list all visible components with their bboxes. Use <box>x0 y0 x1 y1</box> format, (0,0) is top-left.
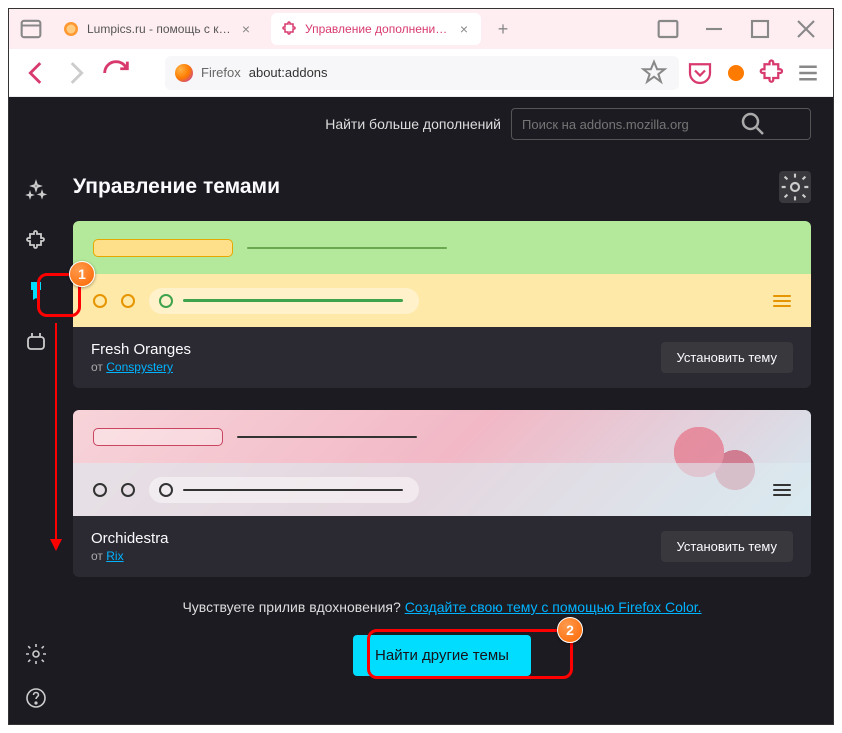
account-icon[interactable] <box>721 58 751 88</box>
author-link[interactable]: Conspystery <box>106 360 173 374</box>
themes-body: Управление темами <box>63 151 833 724</box>
help-icon[interactable] <box>24 686 48 710</box>
recommendations-icon[interactable] <box>24 179 48 203</box>
forward-button[interactable] <box>59 56 93 90</box>
annotation-badge-1: 1 <box>69 261 95 287</box>
firefox-label: Firefox <box>201 65 241 80</box>
reload-button[interactable] <box>99 56 133 90</box>
theme-name: Orchidestra <box>91 530 169 547</box>
theme-author: от Conspystery <box>91 360 191 374</box>
minimize-button[interactable] <box>695 13 733 45</box>
tab-addons[interactable]: Управление дополнениями × <box>271 13 481 45</box>
themes-category-icon[interactable] <box>24 279 48 303</box>
orange-slice-icon <box>63 21 79 37</box>
new-tab-button[interactable]: + <box>489 15 517 43</box>
tab-label: Управление дополнениями <box>305 22 449 36</box>
pocket-icon[interactable] <box>685 58 715 88</box>
list-tabs-icon[interactable] <box>649 13 687 45</box>
addon-search-row: Найти больше дополнений <box>9 97 833 151</box>
address-text: about:addons <box>249 65 631 80</box>
extensions-category-icon[interactable] <box>24 229 48 253</box>
search-input[interactable] <box>522 117 698 132</box>
inspiration-text: Чувствуете прилив вдохновения? Создайте … <box>73 599 811 615</box>
bookmark-star-icon[interactable] <box>639 58 669 88</box>
theme-preview[interactable] <box>73 410 811 516</box>
puzzle-icon <box>281 21 297 37</box>
find-more-themes-button[interactable]: Найти другие темы <box>353 635 531 676</box>
search-icon <box>706 109 800 139</box>
close-icon[interactable]: × <box>239 22 253 36</box>
annotation-badge-2: 2 <box>557 617 583 643</box>
theme-card: Fresh Oranges от Conspystery Установить … <box>73 221 811 388</box>
extensions-icon[interactable] <box>757 58 787 88</box>
author-link[interactable]: Rix <box>106 549 123 563</box>
close-icon[interactable]: × <box>457 22 471 36</box>
back-button[interactable] <box>19 56 53 90</box>
search-label: Найти больше дополнений <box>325 116 501 132</box>
tools-menu-button[interactable] <box>779 171 811 203</box>
close-window-button[interactable] <box>787 13 825 45</box>
panel-toggle-icon[interactable] <box>17 15 45 43</box>
page-title: Управление темами <box>73 175 280 199</box>
install-theme-button[interactable]: Установить тему <box>661 342 793 373</box>
settings-icon[interactable] <box>24 642 48 666</box>
maximize-button[interactable] <box>741 13 779 45</box>
annotation-arrow <box>55 323 57 549</box>
install-theme-button[interactable]: Установить тему <box>661 531 793 562</box>
firefox-logo-icon <box>175 64 193 82</box>
url-toolbar: Firefox about:addons <box>9 49 833 97</box>
theme-name: Fresh Oranges <box>91 341 191 358</box>
menu-icon[interactable] <box>793 58 823 88</box>
tab-lumpics[interactable]: Lumpics.ru - помощь с компь × <box>53 13 263 45</box>
tab-label: Lumpics.ru - помощь с компь <box>87 22 231 36</box>
firefox-color-link[interactable]: Создайте свою тему с помощью Firefox Col… <box>405 599 702 615</box>
address-bar[interactable]: Firefox about:addons <box>165 56 679 90</box>
theme-preview[interactable] <box>73 221 811 327</box>
addon-search-box[interactable] <box>511 108 811 140</box>
addons-page: Найти больше дополнений Управление темам <box>9 97 833 724</box>
theme-card: Orchidestra от Rix Установить тему <box>73 410 811 577</box>
titlebar: Lumpics.ru - помощь с компь × Управление… <box>9 9 833 49</box>
theme-author: от Rix <box>91 549 169 563</box>
plugins-category-icon[interactable] <box>24 329 48 353</box>
